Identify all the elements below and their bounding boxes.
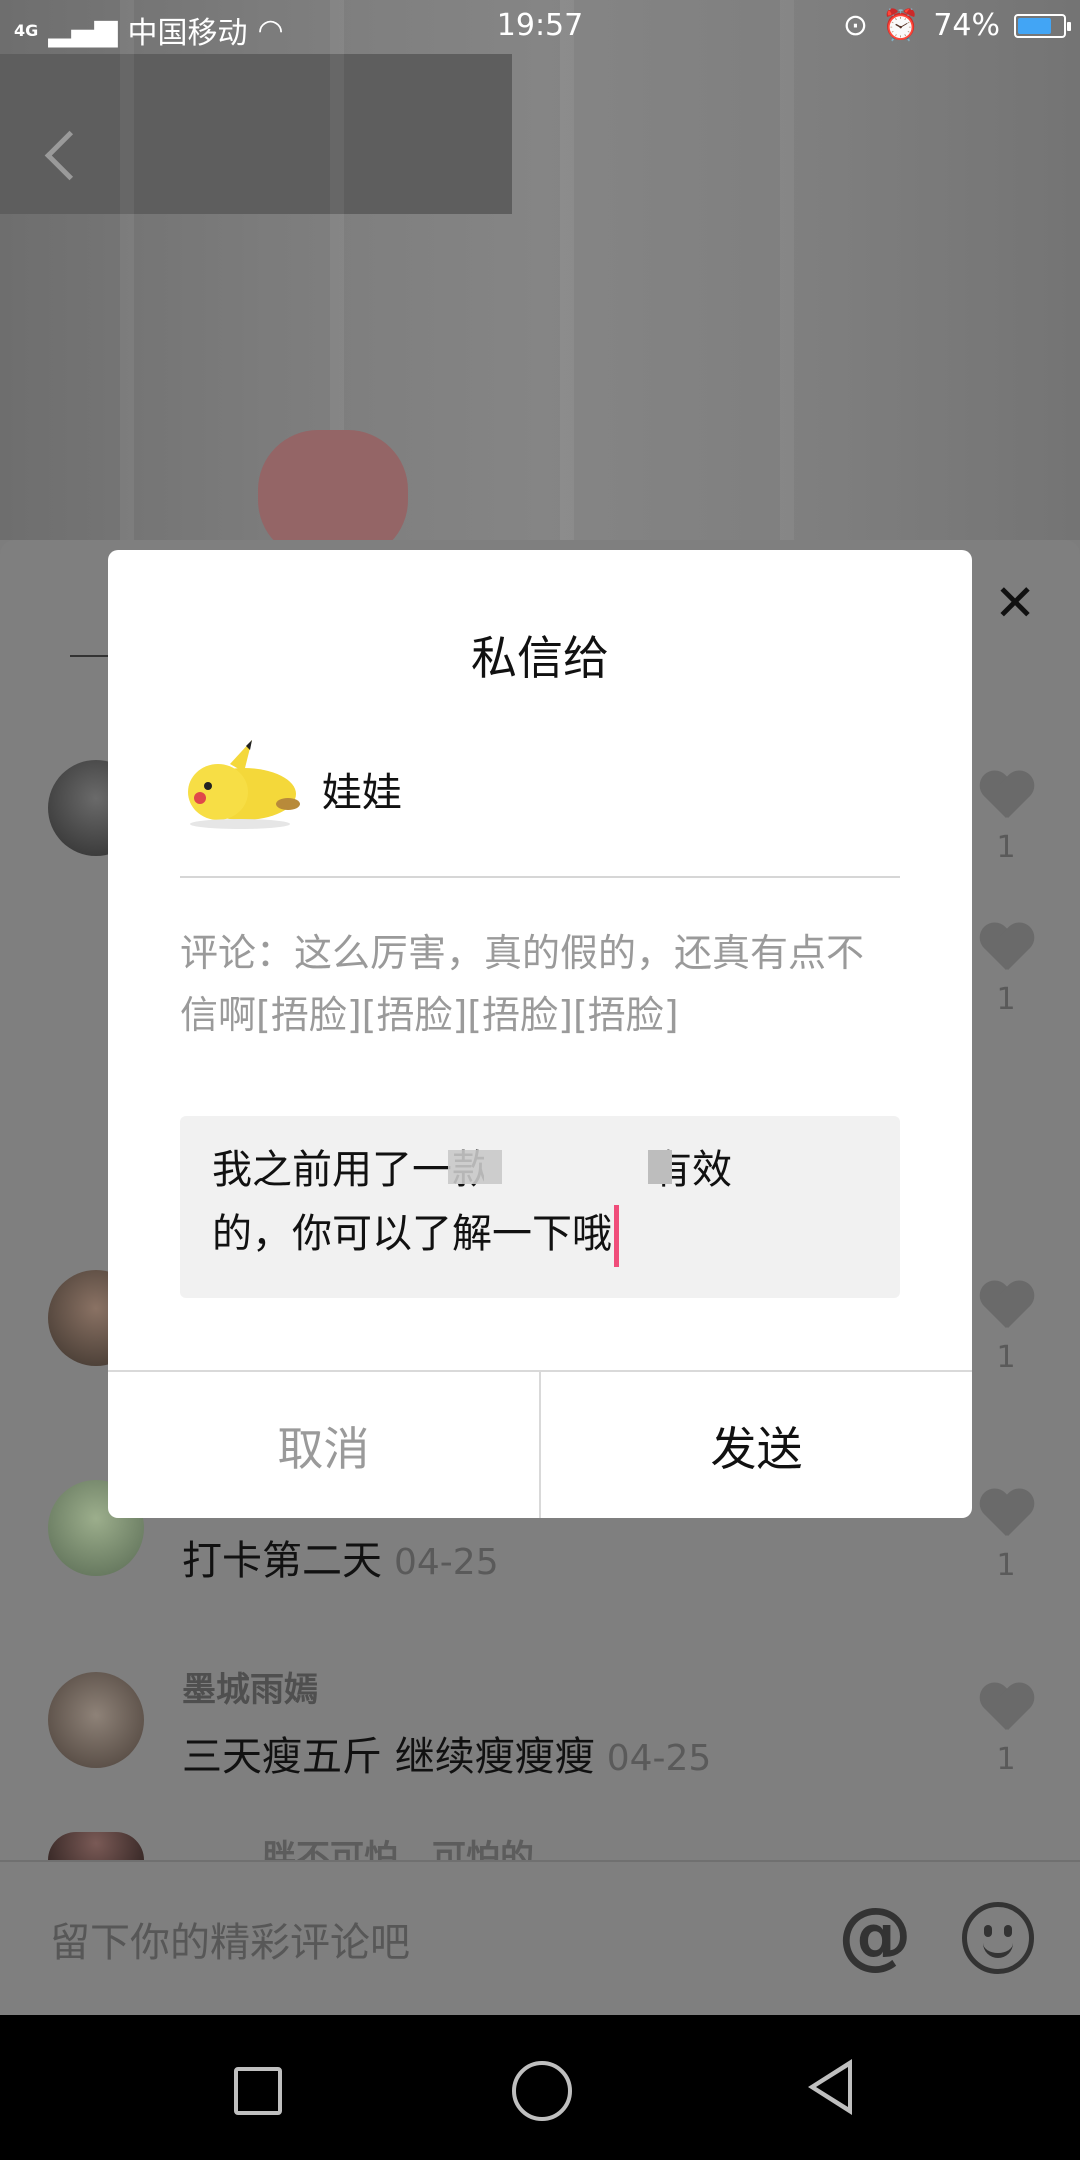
message-line-2-text: 的，你可以了解一下哦 — [212, 1211, 612, 1257]
redaction-blur — [484, 1148, 654, 1188]
heart-icon — [978, 1684, 1034, 1734]
heart-icon — [978, 772, 1034, 822]
like-count: 1 — [996, 1340, 1016, 1375]
comment-text: 打卡第二天 04-25 — [182, 1528, 499, 1586]
comment-input[interactable]: 留下你的精彩评论吧 — [50, 1910, 410, 1968]
heart-icon — [978, 924, 1034, 974]
status-bar: 4G ▂▄▆ 中国移动 ◠ 19:57 ⊙ ⏰ 74% — [0, 0, 1080, 54]
system-nav-bar — [0, 2015, 1080, 2160]
comment-body: 打卡第二天 — [182, 1538, 382, 1584]
comment-username[interactable]: 墨城雨嫣 — [182, 1662, 318, 1711]
alarm-icon: ⏰ — [881, 8, 920, 43]
like-button[interactable]: 1 — [976, 772, 1036, 865]
emoji-icon[interactable] — [962, 1902, 1034, 1974]
avatar[interactable] — [48, 1672, 144, 1768]
like-count: 1 — [996, 982, 1016, 1017]
heart-icon — [978, 1490, 1034, 1540]
message-input[interactable]: 我之前用了一款 很有效 的，你可以了解一下哦 — [180, 1116, 900, 1298]
home-icon[interactable] — [512, 2061, 572, 2121]
dialog-title: 私信给 — [471, 631, 609, 685]
comment-input-bar: 留下你的精彩评论吧 @ — [0, 1860, 1080, 2017]
like-button[interactable]: 1 — [976, 1282, 1036, 1375]
cancel-button[interactable]: 取消 — [108, 1372, 541, 1518]
quoted-comment: 评论：这么厉害，真的假的，还真有点不信啊[捂脸][捂脸][捂脸][捂脸] — [180, 931, 865, 1037]
message-line-2: 的，你可以了解一下哦 — [212, 1202, 832, 1267]
video-stripe — [780, 0, 794, 540]
panel-divider — [70, 655, 108, 657]
private-message-dialog: 私信给 娃娃 评论：这么厉害，真的假的，还真有点不信啊[捂脸][捂脸][捂脸][… — [108, 550, 972, 1518]
video-background — [0, 0, 1080, 560]
text-cursor — [614, 1205, 619, 1267]
comment-body: 三天瘦五斤 继续瘦瘦瘦 — [182, 1734, 595, 1780]
like-count: 1 — [996, 1548, 1016, 1583]
heart-icon — [978, 1282, 1034, 1332]
recents-icon[interactable] — [234, 2067, 282, 2115]
emoji-mouth — [983, 1937, 1013, 1958]
battery-icon — [1014, 13, 1071, 38]
recipient-name: 娃娃 — [322, 770, 402, 816]
battery-fill — [1018, 17, 1051, 34]
like-button[interactable]: 1 — [976, 1490, 1036, 1583]
dialog-actions: 取消 发送 — [108, 1370, 972, 1518]
lock-rotation-icon: ⊙ — [842, 8, 868, 43]
back-nav-icon[interactable] — [808, 2059, 852, 2115]
close-icon[interactable]: ✕ — [994, 578, 1036, 628]
video-dark-region — [0, 54, 512, 214]
like-count: 1 — [996, 830, 1016, 865]
comment-date: 04-25 — [606, 1738, 712, 1779]
status-right: ⊙ ⏰ 74% — [842, 8, 1071, 43]
comment-text: 三天瘦五斤 继续瘦瘦瘦 04-25 — [182, 1724, 711, 1782]
battery-percent: 74% — [933, 8, 1000, 43]
divider — [180, 876, 900, 878]
avatar[interactable] — [48, 1832, 144, 1860]
like-count: 1 — [996, 1742, 1016, 1777]
video-stripe — [120, 0, 134, 540]
redaction-blur — [648, 1150, 672, 1184]
redaction-blur — [448, 1150, 502, 1184]
like-button[interactable]: 1 — [976, 924, 1036, 1017]
video-stripe — [560, 0, 574, 540]
recipient-avatar — [188, 740, 300, 829]
like-button[interactable]: 1 — [976, 1684, 1036, 1777]
comment-date: 04-25 — [394, 1542, 499, 1583]
mention-icon[interactable]: @ — [838, 1892, 912, 1978]
send-button[interactable]: 发送 — [541, 1372, 972, 1518]
comment-username[interactable]: 胖不可怕，可怕的 — [262, 1830, 534, 1860]
